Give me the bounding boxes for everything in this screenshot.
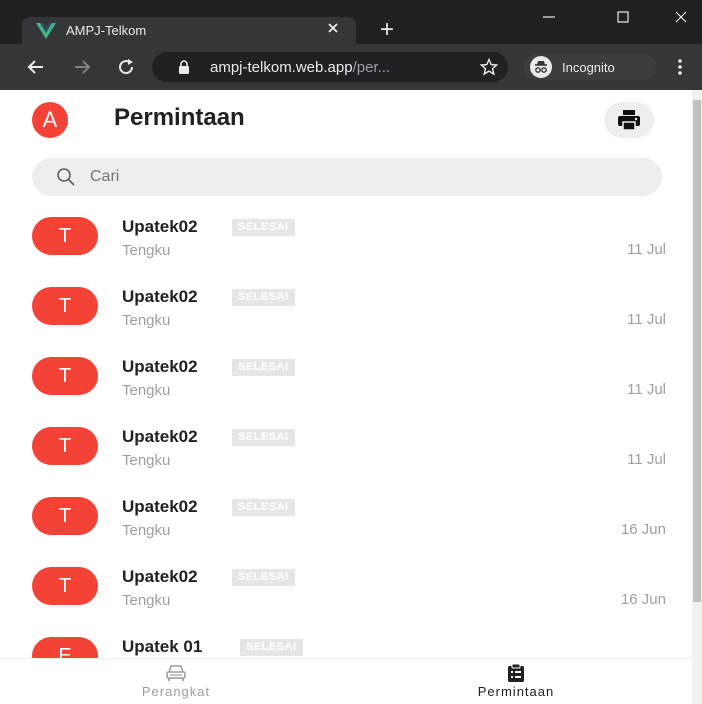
search-bar[interactable]	[32, 158, 662, 196]
url-path: /per...	[352, 58, 391, 76]
status-badge: SELESAI	[232, 219, 295, 236]
url-host: ampj-telkom.web.app	[210, 58, 353, 76]
reload-icon	[119, 59, 134, 75]
new-tab-button[interactable]: +	[374, 17, 400, 43]
close-icon	[675, 11, 687, 23]
item-title: Upatek02	[122, 357, 198, 376]
star-icon[interactable]	[480, 58, 498, 76]
search-input[interactable]	[90, 168, 610, 186]
item-subtitle: Tengku	[122, 592, 171, 609]
item-subtitle: Tengku	[122, 382, 171, 399]
list-item[interactable]: T Upatek02 SELESAI Tengku 11 Jul	[0, 280, 692, 350]
clipboard-icon	[508, 663, 524, 682]
list-item[interactable]: T Upatek02 SELESAI Tengku 11 Jul	[0, 210, 692, 280]
item-title: Upatek02	[122, 287, 198, 306]
avatar: T	[32, 427, 98, 465]
lock-icon	[179, 60, 189, 74]
item-subtitle: Tengku	[122, 452, 171, 469]
item-date: 11 Jul	[627, 451, 666, 468]
printer-icon	[618, 110, 640, 131]
nav-permintaan[interactable]: Permintaan	[416, 663, 616, 699]
incognito-label: Incognito	[562, 59, 615, 75]
search-icon	[57, 168, 75, 186]
forward-button[interactable]	[68, 53, 96, 81]
status-badge: SELESAI	[232, 569, 295, 586]
item-subtitle: Tengku	[122, 242, 171, 259]
nav-perangkat[interactable]: Perangkat	[76, 663, 276, 699]
app-avatar[interactable]: A	[32, 102, 68, 138]
window-close-button[interactable]	[658, 4, 702, 30]
item-subtitle: Tengku	[122, 312, 171, 329]
avatar: T	[32, 497, 98, 535]
app-page: A Permintaan T Upatek02 SELESAI Tengku 1…	[0, 90, 692, 704]
list-item[interactable]: T Upatek02 SELESAI Tengku 16 Jun	[0, 560, 692, 630]
status-badge: SELESAI	[232, 289, 295, 306]
browser-tab[interactable]: AMPJ-Telkom	[22, 17, 356, 44]
item-title: Upatek02	[122, 497, 198, 516]
status-badge: SELESAI	[232, 499, 295, 516]
scrollbar-thumb[interactable]	[693, 100, 701, 602]
item-title: Upatek 01	[122, 637, 203, 656]
list-item[interactable]: T Upatek02 SELESAI Tengku 11 Jul	[0, 350, 692, 420]
browser-toolbar: ampj-telkom.web.app /per... Incognito	[0, 44, 702, 90]
item-title: Upatek02	[122, 567, 198, 586]
item-date: 11 Jul	[627, 381, 666, 398]
arrow-right-icon	[75, 60, 91, 74]
avatar: T	[32, 287, 98, 325]
request-list: T Upatek02 SELESAI Tengku 11 Jul T Upate…	[0, 210, 692, 700]
back-button[interactable]	[22, 53, 50, 81]
avatar: T	[32, 217, 98, 255]
item-date: 16 Jun	[620, 591, 666, 608]
nav-label: Perangkat	[141, 684, 211, 699]
item-date: 11 Jul	[627, 241, 666, 258]
window-maximize-button[interactable]	[600, 4, 646, 30]
page-title: Permintaan	[114, 104, 245, 131]
avatar: T	[32, 357, 98, 395]
list-item[interactable]: T Upatek02 SELESAI Tengku 16 Jun	[0, 490, 692, 560]
item-date: 16 Jun	[620, 521, 666, 538]
more-vertical-icon	[678, 59, 682, 75]
window-minimize-button[interactable]	[526, 4, 572, 30]
browser-tab-bar: AMPJ-Telkom +	[0, 0, 702, 44]
incognito-icon	[530, 56, 552, 78]
item-title: Upatek02	[122, 427, 198, 446]
browser-menu-button[interactable]	[672, 56, 688, 78]
item-subtitle: Tengku	[122, 522, 171, 539]
status-badge: SELESAI	[232, 429, 295, 446]
avatar: T	[32, 567, 98, 605]
list-item[interactable]: T Upatek02 SELESAI Tengku 11 Jul	[0, 420, 692, 490]
nav-label: Permintaan	[477, 684, 555, 699]
maximize-icon	[617, 11, 629, 23]
status-badge: SELESAI	[240, 639, 303, 656]
vue-logo-icon	[36, 22, 56, 39]
item-date: 11 Jul	[627, 311, 666, 328]
tab-title: AMPJ-Telkom	[66, 23, 147, 38]
bottom-navigation: Perangkat Permintaan	[0, 658, 692, 704]
car-icon	[166, 665, 186, 681]
minimize-icon	[543, 16, 555, 18]
item-title: Upatek02	[122, 217, 198, 236]
print-button[interactable]	[604, 102, 654, 138]
reload-button[interactable]	[112, 53, 140, 81]
tab-close-icon[interactable]	[324, 20, 342, 40]
incognito-badge[interactable]: Incognito	[524, 54, 656, 80]
address-bar[interactable]: ampj-telkom.web.app /per...	[152, 52, 508, 82]
arrow-left-icon	[27, 60, 43, 74]
status-badge: SELESAI	[232, 359, 295, 376]
